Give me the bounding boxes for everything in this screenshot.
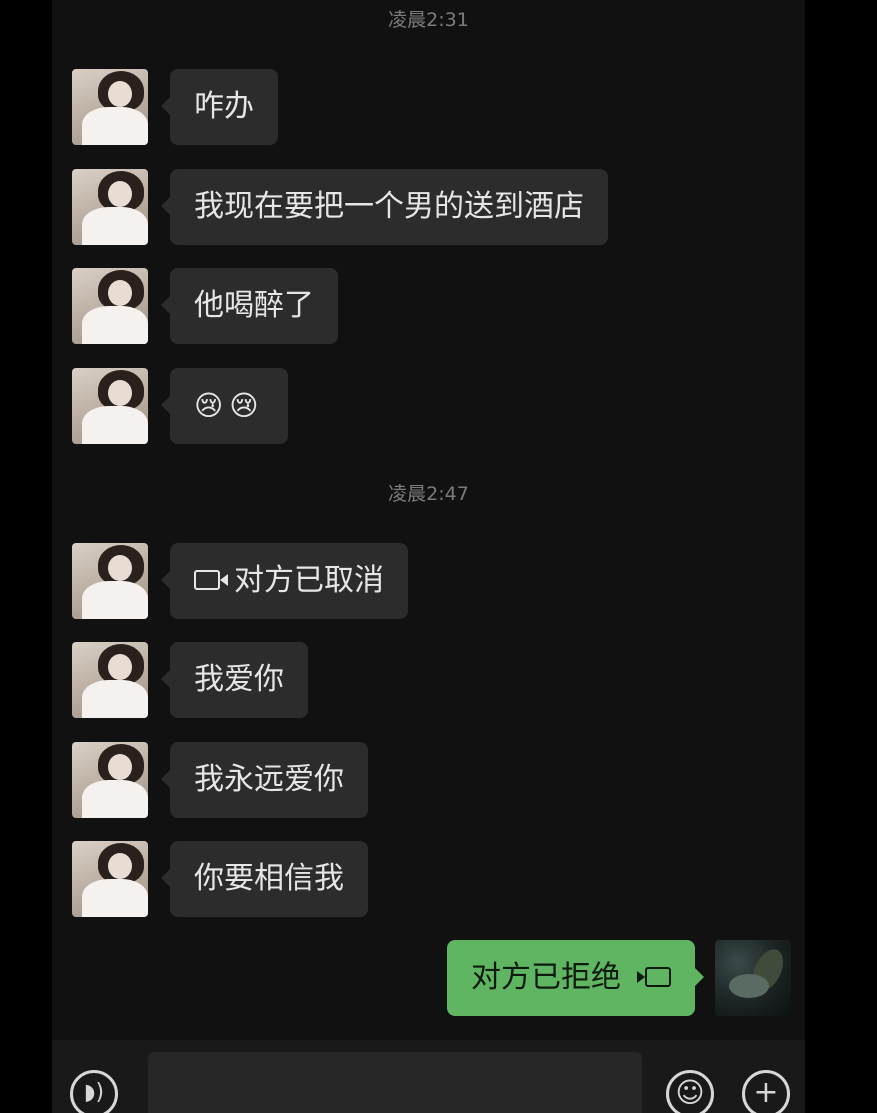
message-input[interactable] xyxy=(148,1052,642,1113)
contact-avatar[interactable] xyxy=(72,742,148,818)
timestamp: 凌晨2:47 xyxy=(388,483,469,505)
contact-avatar[interactable] xyxy=(72,169,148,245)
message-bubble[interactable]: 我永远爱你 xyxy=(161,742,368,818)
video-call-bubble-sent[interactable]: 对方已拒绝 xyxy=(447,940,704,1016)
contact-avatar[interactable] xyxy=(72,642,148,718)
contact-avatar[interactable] xyxy=(72,368,148,444)
call-status-text: 对方已取消 xyxy=(234,563,384,598)
call-status-text: 对方已拒绝 xyxy=(471,960,621,995)
video-call-bubble[interactable]: 对方已取消 xyxy=(161,543,408,619)
message-bubble[interactable]: 你要相信我 xyxy=(161,841,368,917)
chat-screen: 凌晨2:31 咋办 我现在要把一个男的送到酒店 他喝醉了 😢😢 凌晨2:47 对… xyxy=(52,0,805,1113)
sent-message-row: 对方已拒绝 xyxy=(52,940,805,1020)
contact-avatar[interactable] xyxy=(72,841,148,917)
message-bubble[interactable]: 咋办 xyxy=(161,69,278,145)
contact-avatar[interactable] xyxy=(72,268,148,344)
contact-avatar[interactable] xyxy=(72,543,148,619)
emoji-message-bubble[interactable]: 😢😢 xyxy=(160,368,289,444)
video-camera-icon xyxy=(194,569,228,590)
message-row: 他喝醉了 xyxy=(52,268,805,348)
message-row: 咋办 xyxy=(52,69,805,149)
message-row: 😢😢 xyxy=(52,368,805,448)
video-camera-icon xyxy=(637,966,671,987)
message-row: 我永远爱你 xyxy=(52,742,805,822)
message-bubble[interactable]: 我现在要把一个男的送到酒店 xyxy=(161,169,608,245)
emoji-icon[interactable]: ☺ xyxy=(666,1070,714,1113)
message-bubble[interactable]: 我爱你 xyxy=(161,642,308,718)
plus-icon[interactable]: + xyxy=(742,1070,790,1113)
input-bar: ◗) ☺ + xyxy=(52,1040,805,1113)
contact-avatar[interactable] xyxy=(72,69,148,145)
message-bubble[interactable]: 他喝醉了 xyxy=(161,268,338,344)
message-row: 我爱你 xyxy=(52,642,805,722)
message-row: 我现在要把一个男的送到酒店 xyxy=(52,169,805,249)
voice-icon[interactable]: ◗) xyxy=(70,1070,118,1113)
message-row: 对方已取消 xyxy=(52,543,805,623)
self-avatar[interactable] xyxy=(715,940,791,1016)
message-row: 你要相信我 xyxy=(52,841,805,921)
timestamp: 凌晨2:31 xyxy=(388,9,469,31)
